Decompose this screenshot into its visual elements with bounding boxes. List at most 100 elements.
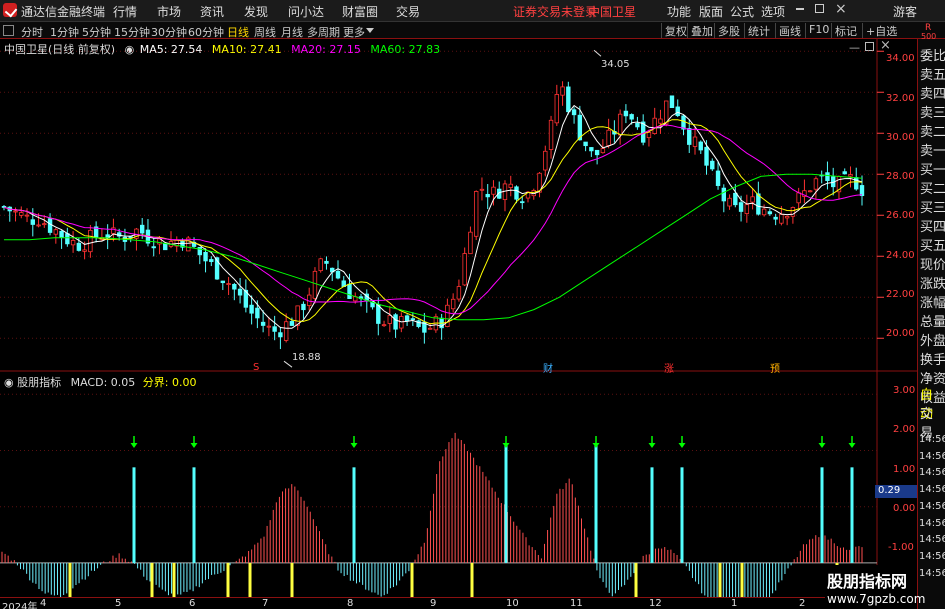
menu-quotes[interactable]: 行情: [113, 3, 137, 20]
buy-signal-bar: [132, 467, 136, 563]
period-tab-30min[interactable]: 30分钟: [151, 24, 187, 40]
candle-body: [675, 106, 680, 117]
tick-time: 14:56: [919, 567, 945, 579]
candle-body: [13, 210, 18, 213]
menu-market[interactable]: 市场: [157, 3, 181, 20]
menu-wealth[interactable]: 财富圈: [342, 3, 378, 20]
menu-news[interactable]: 资讯: [200, 3, 224, 20]
candle-body: [312, 270, 318, 299]
period-tab-more[interactable]: 更多: [343, 24, 365, 40]
maximize-icon[interactable]: [815, 4, 824, 13]
menu-options[interactable]: 选项: [761, 3, 785, 20]
buy-signal-bar: [650, 467, 654, 563]
candle-body: [301, 303, 306, 311]
candle-body: [687, 128, 692, 145]
period-tab-monthly[interactable]: 月线: [281, 24, 303, 40]
candle-body: [692, 136, 698, 147]
buy-signal-bar: [850, 467, 854, 563]
menu-formula[interactable]: 公式: [730, 3, 754, 20]
candle-body: [842, 171, 847, 175]
marker-finance[interactable]: 财: [543, 360, 553, 375]
period-tab-weekly[interactable]: 周线: [254, 24, 276, 40]
low-pointer: [283, 360, 293, 368]
candle-body: [652, 117, 657, 134]
kline-chart[interactable]: [0, 39, 917, 609]
period-tab-multi[interactable]: 多周期: [307, 24, 340, 40]
tick-time: 14:56: [919, 534, 945, 546]
quote-field-item: 卖一: [920, 144, 945, 159]
f10-button[interactable]: F10: [805, 23, 832, 38]
candle-body: [151, 246, 156, 249]
y-tick-34: 34.00: [886, 53, 915, 64]
date-label-11: 11: [570, 598, 583, 609]
buy-arrow-head-icon: [592, 443, 600, 448]
ma5-line: [3, 104, 863, 329]
login-notice[interactable]: 证券交易未登录: [513, 3, 597, 20]
draw-line-button[interactable]: 画线: [775, 23, 804, 38]
date-label-5: 5: [115, 598, 122, 609]
ma20-line: [3, 124, 863, 315]
period-tab-1min[interactable]: 1分钟: [50, 24, 79, 40]
candle-body: [59, 230, 64, 238]
minimize-icon[interactable]: [796, 8, 804, 10]
indicator-title[interactable]: 股朋指标: [17, 376, 61, 389]
buy-arrow-head-icon: [678, 443, 686, 448]
buy-signal-bar: [594, 444, 598, 563]
buy-signal-bar: [352, 467, 356, 563]
chevron-down-icon[interactable]: [366, 28, 374, 33]
candle-body: [848, 174, 853, 177]
candle-body: [289, 321, 295, 326]
menu-trade[interactable]: 交易: [396, 3, 420, 20]
candle-body: [744, 204, 750, 214]
date-label-8: 8: [347, 598, 354, 609]
menu-function[interactable]: 功能: [667, 3, 691, 20]
marker-forecast[interactable]: 预: [770, 360, 780, 375]
quote-field-item: 买四: [920, 220, 945, 235]
period-tab-5min[interactable]: 5分钟: [82, 24, 111, 40]
candle-body: [548, 119, 554, 150]
indicator-settings-icon[interactable]: ◉: [4, 376, 14, 389]
ind-tick-2: 2.00: [893, 424, 916, 435]
candle-body: [163, 243, 168, 251]
mark-button[interactable]: 标记: [831, 23, 860, 38]
collapse-toggle-icon[interactable]: [3, 25, 14, 36]
candle-body: [715, 170, 721, 186]
guest-button[interactable]: 游客: [893, 3, 917, 20]
candle-body: [583, 141, 588, 147]
menu-ask[interactable]: 问小达: [288, 3, 324, 20]
menu-layout[interactable]: 版面: [699, 3, 723, 20]
marker-s[interactable]: S: [253, 362, 259, 373]
candle-body: [646, 132, 652, 139]
candle-body: [30, 219, 35, 225]
adjust-button[interactable]: 复权: [661, 23, 690, 38]
candle-body: [47, 218, 53, 233]
period-tab-daily[interactable]: 日线: [227, 24, 249, 40]
overlay-button[interactable]: 叠加: [687, 23, 716, 38]
ind-tick-1: 1.00: [893, 464, 916, 475]
candle-body: [813, 178, 819, 190]
ma10-line: [3, 119, 863, 325]
quote-side-panel: R 500 委比 卖五 卖四 卖三 卖二 卖一 买一 买二 买三 买四 买五 现价 涨跌 涨幅 总量 外盘 换手…: [917, 23, 945, 609]
candle-body: [767, 211, 773, 215]
candle-body: [554, 94, 560, 124]
menu-discover[interactable]: 发现: [244, 3, 268, 20]
high-price-label: 34.05: [601, 59, 630, 70]
quote-field-item: 委比: [920, 49, 945, 64]
tick-time: 14:56: [919, 500, 945, 512]
multi-stock-button[interactable]: 多股: [714, 23, 743, 38]
candle-body: [508, 183, 513, 188]
statistics-button[interactable]: 统计: [744, 23, 773, 38]
period-tab-intraday[interactable]: 分时: [21, 24, 43, 40]
period-tab-15min[interactable]: 15分钟: [114, 24, 150, 40]
quote-field-item: 涨跌: [920, 277, 945, 292]
period-tab-60min[interactable]: 60分钟: [188, 24, 224, 40]
y-tick-20: 20.00: [886, 328, 915, 339]
quote-field-item: 买一: [920, 163, 945, 178]
close-icon[interactable]: ×: [835, 1, 847, 17]
add-watchlist-button[interactable]: +自选: [862, 23, 900, 38]
panel-corner-sub: 500: [921, 32, 937, 41]
ind-tick-3: 3.00: [893, 385, 916, 396]
marker-rise[interactable]: 涨: [664, 360, 674, 375]
candle-body: [594, 149, 600, 156]
ind-tick-0: 0.00: [893, 503, 916, 514]
